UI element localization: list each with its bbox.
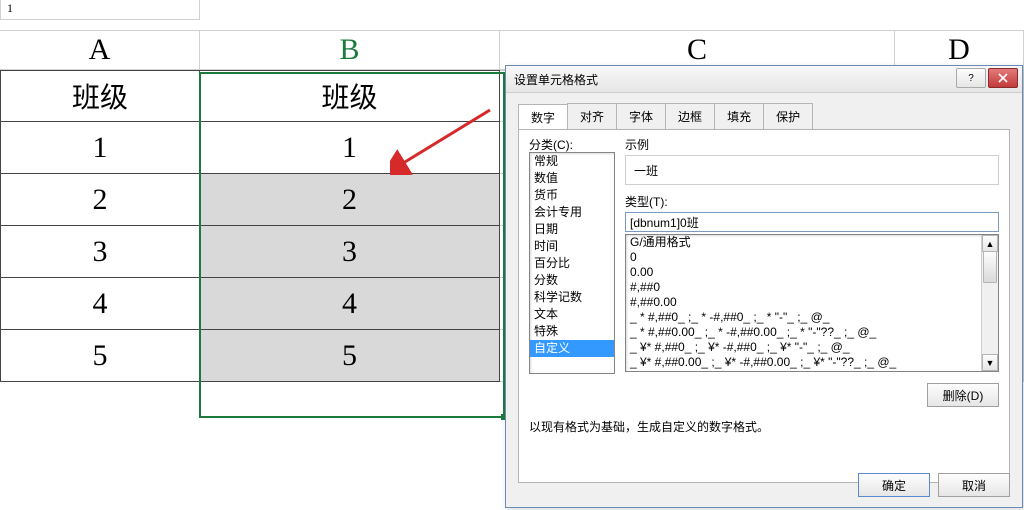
formula-bar[interactable]: 1 (0, 0, 200, 20)
category-item[interactable]: 特殊 (530, 323, 614, 340)
format-preset-item[interactable]: 0 (626, 250, 998, 265)
category-item[interactable]: 货币 (530, 187, 614, 204)
dialog-tab[interactable]: 填充 (714, 103, 764, 129)
data-cell[interactable]: 4 (0, 278, 200, 330)
example-box: 一班 (625, 155, 999, 185)
format-preset-item[interactable]: _ * #,##0.00_ ;_ * -#,##0.00_ ;_ * "-"??… (626, 325, 998, 340)
category-item[interactable]: 百分比 (530, 255, 614, 272)
category-item[interactable]: 常规 (530, 153, 614, 170)
category-item[interactable]: 数值 (530, 170, 614, 187)
format-preset-item[interactable]: _ * #,##0_ ;_ * -#,##0_ ;_ * "-"_ ;_ @_ (626, 310, 998, 325)
dialog-tabs: 数字对齐字体边框填充保护 (518, 103, 1010, 129)
format-preset-item[interactable]: #,##0;-#,##0 (626, 370, 998, 372)
data-cell[interactable]: 5 (0, 330, 200, 382)
format-preset-item[interactable]: #,##0 (626, 280, 998, 295)
format-preset-item[interactable]: 0.00 (626, 265, 998, 280)
data-cell[interactable]: 2 (0, 174, 200, 226)
data-cell[interactable]: 5 (200, 330, 500, 382)
column-header-A[interactable]: A (0, 30, 200, 70)
example-label: 示例 (625, 136, 999, 153)
scroll-up-button[interactable]: ▲ (982, 235, 998, 252)
data-cell[interactable]: 1 (200, 122, 500, 174)
category-item[interactable]: 文本 (530, 306, 614, 323)
format-preset-item[interactable]: _ ¥* #,##0_ ;_ ¥* -#,##0_ ;_ ¥* "-"_ ;_ … (626, 340, 998, 355)
format-preset-item[interactable]: G/通用格式 (626, 235, 998, 250)
ok-button-label: 确定 (882, 477, 906, 494)
ok-button[interactable]: 确定 (858, 473, 930, 497)
category-item[interactable]: 分数 (530, 272, 614, 289)
header-cell[interactable]: 班级 (0, 70, 200, 122)
format-note: 以现有格式为基础，生成自定义的数字格式。 (529, 418, 769, 435)
column-header-D[interactable]: D (895, 30, 1024, 70)
dialog-tab[interactable]: 字体 (616, 103, 666, 129)
column-header-B[interactable]: B (200, 30, 500, 70)
delete-format-button[interactable]: 删除(D) (927, 383, 999, 407)
category-item[interactable]: 会计专用 (530, 204, 614, 221)
tab-panel-number: 分类(C): 常规数值货币会计专用日期时间百分比分数科学记数文本特殊自定义 示例… (518, 129, 1010, 483)
header-cell[interactable]: 班级 (200, 70, 500, 122)
delete-button-label: 删除(D) (943, 387, 984, 404)
category-list[interactable]: 常规数值货币会计专用日期时间百分比分数科学记数文本特殊自定义 (529, 152, 615, 374)
close-button[interactable] (988, 68, 1018, 88)
type-input[interactable] (625, 212, 999, 232)
category-item[interactable]: 科学记数 (530, 289, 614, 306)
dialog-tab[interactable]: 数字 (518, 104, 568, 130)
dialog-tab[interactable]: 边框 (665, 103, 715, 129)
data-cell[interactable]: 2 (200, 174, 500, 226)
category-item[interactable]: 时间 (530, 238, 614, 255)
category-item[interactable]: 日期 (530, 221, 614, 238)
dialog-tab[interactable]: 保护 (763, 103, 813, 129)
column-header-C[interactable]: C (500, 30, 895, 70)
type-label: 类型(T): (625, 193, 999, 210)
column-headers: ABCD (0, 30, 1024, 70)
cancel-button-label: 取消 (962, 477, 986, 494)
help-button[interactable]: ? (956, 68, 986, 88)
scrollbar[interactable]: ▲ ▼ (981, 235, 998, 371)
data-cell[interactable]: 4 (200, 278, 500, 330)
close-icon (998, 73, 1008, 83)
dialog-titlebar[interactable]: 设置单元格格式 ? (506, 66, 1022, 93)
data-cell[interactable]: 1 (0, 122, 200, 174)
category-item[interactable]: 自定义 (530, 340, 614, 357)
dialog-title: 设置单元格格式 (514, 71, 598, 88)
format-preset-list[interactable]: G/通用格式00.00#,##0#,##0.00_ * #,##0_ ;_ * … (625, 234, 999, 372)
dialog-tab[interactable]: 对齐 (567, 103, 617, 129)
data-cell[interactable]: 3 (200, 226, 500, 278)
cancel-button[interactable]: 取消 (938, 473, 1010, 497)
category-label: 分类(C): (529, 136, 573, 153)
data-cell[interactable]: 3 (0, 226, 200, 278)
scroll-down-button[interactable]: ▼ (982, 354, 998, 371)
format-preset-item[interactable]: #,##0.00 (626, 295, 998, 310)
format-preset-item[interactable]: _ ¥* #,##0.00_ ;_ ¥* -#,##0.00_ ;_ ¥* "-… (626, 355, 998, 370)
scroll-thumb[interactable] (983, 251, 997, 283)
format-cells-dialog: 设置单元格格式 ? 数字对齐字体边框填充保护 分类(C): 常规数值货币会计专用… (505, 65, 1023, 508)
